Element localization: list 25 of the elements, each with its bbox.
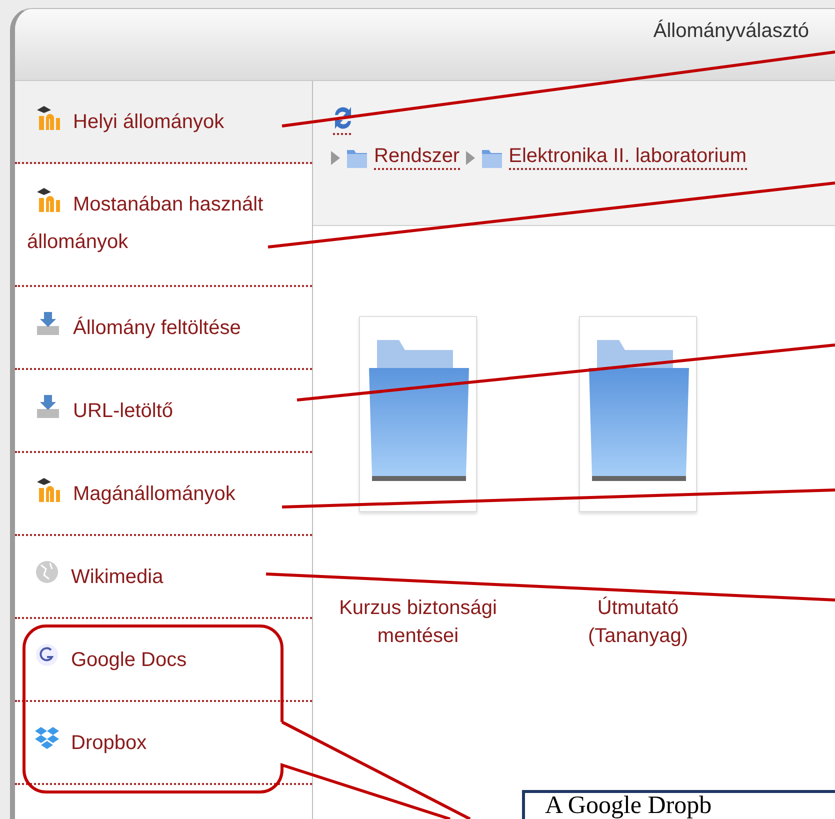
upload-tray-icon — [35, 392, 61, 418]
repository-link[interactable]: Mostanában használt állományok — [27, 186, 287, 260]
upload-tray-icon — [35, 310, 61, 336]
window-title: Állományválasztó — [653, 20, 809, 43]
folder-name[interactable]: Útmutató (Tananyag) — [553, 594, 723, 650]
folder-thumbnail[interactable] — [579, 316, 697, 512]
folder-name[interactable]: Kurzus biztonsági mentései — [333, 594, 503, 650]
breadcrumb-link[interactable]: Rendszer — [374, 145, 460, 170]
folder-icon — [346, 148, 368, 168]
arrow-icon — [331, 150, 340, 164]
repository-link[interactable]: Magánállományok — [35, 476, 236, 512]
repository-link[interactable]: Google Docs — [35, 642, 187, 678]
folder-thumbnail[interactable] — [359, 316, 477, 512]
breadcrumb-link[interactable]: Elektronika II. laboratorium — [508, 145, 746, 170]
repository-link[interactable]: URL-letöltő — [35, 392, 174, 428]
folder-icon — [480, 148, 503, 168]
callout-text: A Google Dropb — [545, 792, 712, 819]
arrow-icon — [466, 150, 475, 164]
globe-icon — [35, 558, 59, 584]
repository-link[interactable]: Állomány feltöltése — [35, 310, 241, 346]
repository-link[interactable]: Helyi állományok — [35, 104, 224, 140]
letter-g-icon — [35, 642, 59, 668]
box-icon — [35, 724, 59, 750]
repository-link[interactable]: Wikimedia — [35, 558, 164, 594]
repository-link[interactable]: Dropbox — [35, 724, 147, 760]
